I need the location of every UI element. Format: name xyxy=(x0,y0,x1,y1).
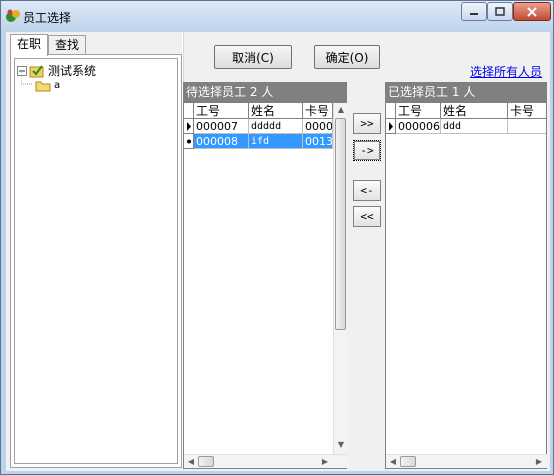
scroll-thumb[interactable] xyxy=(335,118,346,330)
tree-root-label: 测试系统 xyxy=(48,64,97,78)
tree-child[interactable]: a xyxy=(35,79,60,92)
cancel-button[interactable]: 取消(C) xyxy=(214,45,292,69)
close-icon xyxy=(527,6,537,17)
add-all-button[interactable]: >> xyxy=(353,113,381,134)
col-card[interactable]: 卡号 xyxy=(303,103,333,119)
selected-header: 已选择员工 1 人 xyxy=(385,82,547,102)
maximize-icon xyxy=(495,7,505,16)
cell-name[interactable]: ddd xyxy=(441,119,508,134)
header-indicator xyxy=(386,103,396,119)
row-pointer-icon xyxy=(386,119,396,134)
hscroll-thumb[interactable] xyxy=(198,456,214,467)
header-indicator xyxy=(184,103,194,119)
col-name[interactable]: 姓名 xyxy=(441,103,508,119)
app-icon xyxy=(6,9,20,22)
remove-one-button[interactable]: <- xyxy=(353,180,381,201)
cell-id[interactable]: 000006 xyxy=(396,119,441,134)
pending-grid[interactable]: 工号 姓名 卡号 000007 ddddd 00000 000008 ifd 0… xyxy=(183,102,347,469)
tree-connector xyxy=(21,72,33,85)
remove-all-button[interactable]: << xyxy=(353,206,381,227)
folder-icon xyxy=(35,81,51,92)
tab-search[interactable]: 查找 xyxy=(48,35,87,55)
col-id[interactable]: 工号 xyxy=(194,103,249,119)
row-marker-icon xyxy=(184,134,194,149)
selected-hscroll[interactable]: ◀ ▶ xyxy=(386,454,547,468)
scroll-right-icon[interactable]: ▶ xyxy=(532,455,546,469)
scroll-up-icon[interactable]: ▲ xyxy=(334,103,348,117)
cell-card[interactable]: 00000 xyxy=(303,119,333,134)
pending-header: 待选择员工 2 人 xyxy=(183,82,347,102)
cell-id[interactable]: 000008 xyxy=(194,134,249,149)
cell-id[interactable]: 000007 xyxy=(194,119,249,134)
hscroll-thumb[interactable] xyxy=(400,456,416,467)
cell-card[interactable] xyxy=(508,119,546,134)
tree-panel: 测试系统 a xyxy=(10,54,182,468)
title-bar[interactable]: 员工选择 xyxy=(1,1,553,31)
row-pointer-icon xyxy=(184,119,194,134)
minimize-icon xyxy=(470,12,478,15)
window-title: 员工选择 xyxy=(23,11,72,25)
employee-select-window: 员工选择 在职 查找 测试系统 a 取消(C) 确定(O) 选择所有人员 待选择… xyxy=(0,0,554,475)
client-area: 在职 查找 测试系统 a 取消(C) 确定(O) 选择所有人员 待选择员工 2 … xyxy=(6,32,550,471)
col-id[interactable]: 工号 xyxy=(396,103,441,119)
scroll-left-icon[interactable]: ◀ xyxy=(184,455,198,469)
department-tree[interactable]: 测试系统 a xyxy=(14,58,178,464)
cell-name[interactable]: ifd xyxy=(249,134,303,149)
tab-active[interactable]: 在职 xyxy=(10,34,49,56)
close-button[interactable] xyxy=(513,2,551,21)
scroll-right-icon[interactable]: ▶ xyxy=(318,455,332,469)
pending-vscroll[interactable]: ▲ ▼ xyxy=(333,103,347,454)
maximize-button[interactable] xyxy=(487,2,513,21)
pending-hscroll[interactable]: ◀ ▶ xyxy=(184,454,347,468)
select-all-link[interactable]: 选择所有人员 xyxy=(470,63,542,80)
scroll-down-icon[interactable]: ▼ xyxy=(334,438,348,452)
tree-child-label: a xyxy=(54,80,61,91)
selected-grid[interactable]: 工号 姓名 卡号 000006 ddd ◀ ▶ xyxy=(385,102,547,469)
col-name[interactable]: 姓名 xyxy=(249,103,303,119)
cell-name[interactable]: ddddd xyxy=(249,119,303,134)
cell-card[interactable]: 00133 xyxy=(303,134,333,149)
col-card[interactable]: 卡号 xyxy=(508,103,546,119)
ok-button[interactable]: 确定(O) xyxy=(314,45,380,69)
scroll-left-icon[interactable]: ◀ xyxy=(386,455,400,469)
minimize-button[interactable] xyxy=(461,2,487,21)
add-one-button[interactable]: -> xyxy=(353,140,381,161)
left-tabs: 在职 查找 xyxy=(10,34,87,56)
